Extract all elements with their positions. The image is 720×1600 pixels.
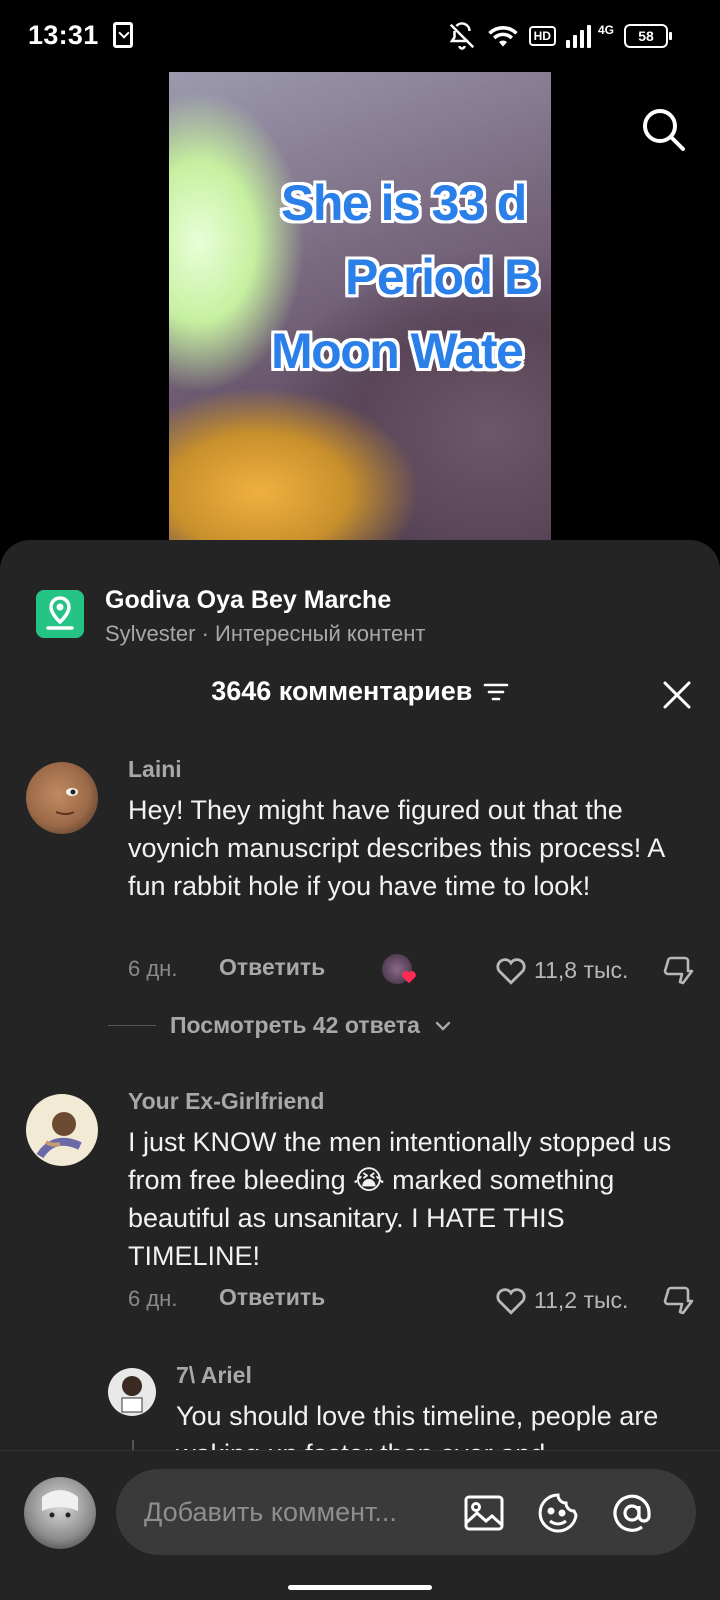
wifi-icon	[487, 25, 518, 47]
video-caption-line-1: She is 33 d	[281, 175, 527, 231]
place-row[interactable]: Godiva Oya Bey Marche Sylvester · Интере…	[0, 558, 720, 646]
place-subtitle: Sylvester · Интересный контент	[105, 621, 426, 646]
close-icon[interactable]	[662, 680, 692, 710]
video-player[interactable]: She is 33 d Period B Moon Wate	[169, 72, 551, 542]
status-bar: 13:31 HD 4G 58	[0, 0, 720, 72]
video-caption-line-3: Moon Wate	[271, 323, 524, 379]
mention-icon[interactable]	[610, 1491, 654, 1535]
bell-off-icon	[449, 22, 474, 50]
creator-liked-avatar	[382, 954, 416, 984]
battery-indicator: 58	[624, 24, 672, 48]
heart-icon	[402, 971, 416, 984]
location-pin-icon	[36, 590, 84, 638]
divider-line	[108, 1025, 156, 1026]
view-replies-label: Посмотреть 42 ответа	[170, 1012, 420, 1038]
comments-count: 3646 комментариев	[211, 676, 473, 706]
search-icon[interactable]	[640, 106, 686, 152]
status-icons: HD 4G 58	[447, 18, 672, 54]
reply-button[interactable]: Ответить	[219, 1284, 325, 1311]
network-type: 4G	[597, 23, 614, 37]
image-icon[interactable]	[462, 1491, 506, 1535]
comment-age: 6 дн.	[128, 956, 178, 981]
view-replies-button[interactable]: Посмотреть 42 ответа	[108, 1012, 452, 1039]
comment-username[interactable]: Your Ex-Girlfriend	[128, 1088, 324, 1115]
avatar[interactable]	[26, 1094, 98, 1166]
heart-outline-icon	[496, 1288, 526, 1315]
status-time: 13:31	[28, 20, 99, 50]
like-button[interactable]: 11,8 тыс.	[494, 954, 628, 986]
heart-outline-icon	[496, 958, 526, 985]
like-count: 11,2 тыс.	[534, 1286, 629, 1313]
dislike-icon[interactable]	[660, 1282, 696, 1318]
sort-filter-icon[interactable]	[483, 681, 509, 703]
comment-age: 6 дн.	[128, 1286, 178, 1311]
avatar[interactable]	[108, 1368, 156, 1416]
like-button[interactable]: 11,2 тыс.	[494, 1284, 628, 1316]
avatar[interactable]	[26, 762, 98, 834]
reply-username[interactable]: 7\ Ariel	[176, 1362, 252, 1389]
download-icon	[113, 22, 133, 48]
dislike-icon[interactable]	[660, 952, 696, 988]
place-name: Godiva Oya Bey Marche	[105, 586, 392, 614]
home-indicator[interactable]	[288, 1585, 432, 1590]
comment-input-placeholder: Добавить коммент...	[144, 1497, 397, 1527]
comments-header: 3646 комментариев	[0, 676, 720, 716]
signal-icon	[565, 25, 591, 48]
comment-text: Hey! They might have figured out that th…	[128, 795, 664, 901]
reply-button[interactable]: Ответить	[219, 954, 325, 981]
emoji-sticker-icon[interactable]	[536, 1491, 580, 1535]
like-count: 11,8 тыс.	[534, 956, 629, 983]
comment-composer: Добавить коммент...	[0, 1450, 720, 1600]
video-caption-line-2: Period B	[345, 249, 540, 305]
hd-badge: HD	[528, 26, 556, 46]
current-user-avatar[interactable]	[24, 1477, 96, 1549]
comments-sheet: Godiva Oya Bey Marche Sylvester · Интере…	[0, 540, 720, 1600]
chevron-down-icon	[435, 1021, 451, 1031]
comment-text: I just KNOW the men intentionally stoppe…	[128, 1127, 672, 1271]
comment-input[interactable]: Добавить коммент...	[116, 1469, 696, 1555]
comment-username[interactable]: Laini	[128, 756, 182, 783]
